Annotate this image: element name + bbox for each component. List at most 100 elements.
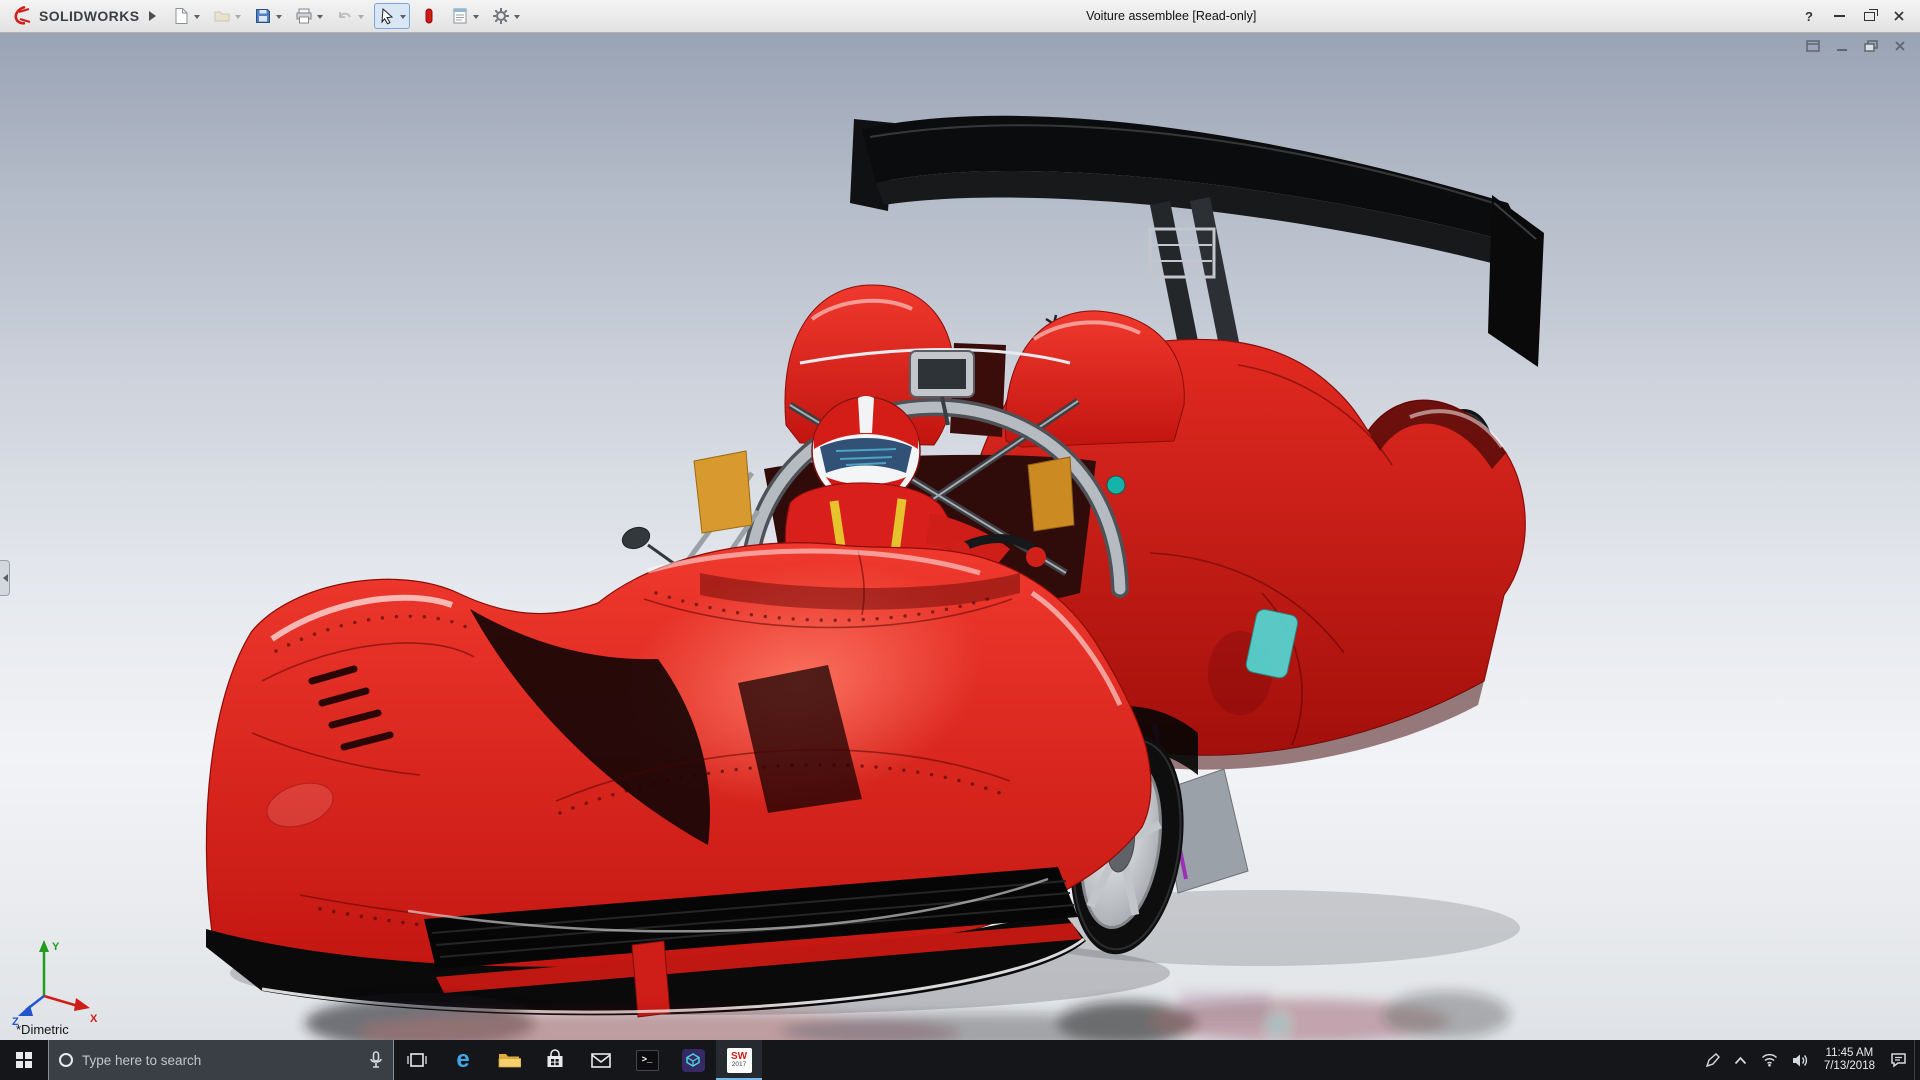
save-dropdown-icon[interactable] — [276, 15, 282, 22]
triad-y-label: Y — [52, 941, 60, 953]
windows-logo-icon — [16, 1052, 32, 1068]
system-tray: 11:45 AM 7/13/2018 — [1698, 1040, 1920, 1080]
store-button[interactable] — [532, 1040, 578, 1080]
maximize-icon — [1864, 12, 1875, 21]
car-model-render[interactable] — [0, 33, 1920, 1040]
orientation-triad: Y X Z — [12, 934, 102, 1026]
side-mirror — [619, 524, 652, 552]
minimize-button[interactable] — [1824, 4, 1854, 28]
console-button[interactable]: >_ — [624, 1040, 670, 1080]
file-explorer-button[interactable] — [486, 1040, 532, 1080]
close-icon — [1893, 10, 1905, 22]
start-button[interactable] — [0, 1040, 48, 1080]
solidworks-app-button[interactable]: SW 2017 — [716, 1040, 762, 1080]
new-document-icon — [172, 7, 190, 25]
network-button[interactable] — [1754, 1040, 1785, 1080]
collapse-arrow-icon — [0, 574, 8, 582]
print-icon — [295, 7, 313, 25]
fuel-cap — [1107, 476, 1125, 494]
search-input[interactable] — [82, 1053, 360, 1068]
doc-close-icon — [1894, 40, 1906, 52]
viewer-app-button[interactable] — [670, 1040, 716, 1080]
close-button[interactable] — [1884, 4, 1914, 28]
document-window-controls — [1803, 37, 1910, 55]
task-view-button[interactable] — [394, 1040, 440, 1080]
store-icon — [544, 1049, 566, 1071]
undo-button[interactable] — [333, 3, 367, 29]
appearance-icon — [420, 7, 438, 25]
minimize-icon — [1834, 15, 1845, 17]
window-controls: ? — [1794, 4, 1914, 28]
mail-icon — [590, 1051, 612, 1069]
clock-time: 11:45 AM — [1824, 1047, 1875, 1060]
windows-taskbar: e >_ — [0, 1040, 1920, 1080]
taskbar-clock[interactable]: 11:45 AM 7/13/2018 — [1816, 1047, 1883, 1073]
titlebar: SOLIDWORKS — [0, 0, 1920, 33]
clock-date: 7/13/2018 — [1824, 1060, 1875, 1073]
doc-minimize-icon — [1836, 40, 1848, 52]
viewer-app-icon — [682, 1049, 705, 1072]
mail-button[interactable] — [578, 1040, 624, 1080]
hidden-icons-button[interactable] — [1727, 1040, 1754, 1080]
solidworks-logo: SOLIDWORKS — [6, 6, 145, 26]
volume-button[interactable] — [1785, 1040, 1816, 1080]
microphone-icon[interactable] — [369, 1051, 383, 1069]
undo-dropdown-icon[interactable] — [358, 15, 364, 22]
properties-sheet-icon — [451, 7, 469, 25]
quick-access-toolbar — [169, 3, 523, 29]
edge-icon: e — [456, 1048, 469, 1072]
options-button[interactable] — [489, 3, 523, 29]
doc-restore-icon — [1864, 40, 1878, 52]
feature-panel-handle[interactable] — [0, 560, 10, 596]
pen-icon — [1705, 1053, 1720, 1068]
doc-close-button[interactable] — [1890, 37, 1910, 55]
chevron-up-icon — [1734, 1056, 1747, 1065]
options-gear-icon — [492, 7, 510, 25]
print-dropdown-icon[interactable] — [317, 15, 323, 22]
view-orientation-label: *Dimetric — [16, 1022, 69, 1037]
open-button[interactable] — [210, 3, 244, 29]
save-icon — [254, 7, 272, 25]
sw-badge-year: 2017 — [732, 1062, 746, 1069]
graphics-viewport[interactable]: Y X Z *Dimetric — [0, 33, 1920, 1040]
pen-workspace-button[interactable] — [1698, 1040, 1727, 1080]
doc-minimize-button[interactable] — [1832, 37, 1852, 55]
options-dropdown-icon[interactable] — [514, 15, 520, 22]
maximize-button[interactable] — [1854, 4, 1884, 28]
rear-wing[interactable] — [850, 116, 1544, 367]
doc-restore-button[interactable] — [1861, 37, 1881, 55]
select-tool-button[interactable] — [374, 3, 410, 29]
task-view-icon — [406, 1050, 428, 1070]
search-icon — [59, 1053, 73, 1067]
window-menu-button[interactable] — [1803, 37, 1823, 55]
solidworks-app-icon: SW 2017 — [727, 1048, 752, 1073]
solidworks-logo-icon — [12, 6, 34, 26]
open-dropdown-icon[interactable] — [235, 15, 241, 22]
open-icon — [213, 7, 231, 25]
properties-button[interactable] — [448, 3, 482, 29]
appearance-button[interactable] — [417, 3, 441, 29]
document-title: Voiture assemblee [Read-only] — [1086, 9, 1256, 23]
menu-flyout-arrow-icon[interactable] — [149, 11, 161, 21]
save-button[interactable] — [251, 3, 285, 29]
taskbar-search[interactable] — [48, 1040, 394, 1080]
select-dropdown-icon[interactable] — [400, 15, 406, 22]
properties-dropdown-icon[interactable] — [473, 15, 479, 22]
show-desktop-button[interactable] — [1914, 1040, 1920, 1080]
edge-button[interactable]: e — [440, 1040, 486, 1080]
print-button[interactable] — [292, 3, 326, 29]
action-center-icon — [1890, 1052, 1907, 1068]
select-cursor-icon — [378, 7, 396, 25]
brand-text: SOLIDWORKS — [39, 8, 139, 24]
window-menu-icon — [1806, 40, 1820, 52]
console-icon: >_ — [636, 1050, 659, 1071]
new-document-button[interactable] — [169, 3, 203, 29]
screen: SOLIDWORKS — [0, 0, 1920, 1080]
network-wifi-icon — [1761, 1053, 1778, 1067]
action-center-button[interactable] — [1883, 1040, 1914, 1080]
undo-icon — [336, 7, 354, 25]
speaker-icon — [1792, 1053, 1809, 1068]
help-button[interactable]: ? — [1794, 4, 1824, 28]
help-icon: ? — [1805, 9, 1813, 24]
new-document-dropdown-icon[interactable] — [194, 15, 200, 22]
